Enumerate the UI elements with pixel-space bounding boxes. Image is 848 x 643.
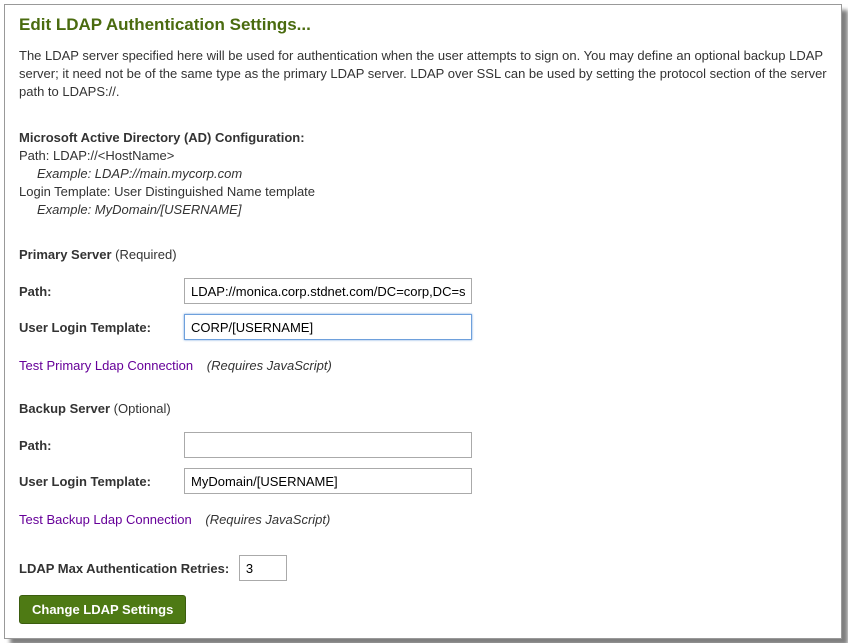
primary-path-input[interactable] [184,278,472,304]
primary-login-input[interactable] [184,314,472,340]
ad-config-heading: Microsoft Active Directory (AD) Configur… [19,130,827,145]
ad-login-example: Example: MyDomain/[USERNAME] [37,201,827,219]
backup-server-heading: Backup Server (Optional) [19,401,827,416]
backup-path-input[interactable] [184,432,472,458]
backup-optional-note: (Optional) [110,401,171,416]
primary-path-label: Path: [19,278,184,304]
retries-input[interactable] [239,555,287,581]
backup-login-input[interactable] [184,468,472,494]
dialog-title: Edit LDAP Authentication Settings... [19,15,827,35]
backup-form: Path: User Login Template: [19,422,472,504]
ad-path-line: Path: LDAP://<HostName> [19,147,827,165]
backup-heading-text: Backup Server [19,401,110,416]
ldap-settings-panel: Edit LDAP Authentication Settings... The… [4,4,842,639]
backup-login-label: User Login Template: [19,468,184,494]
primary-server-heading: Primary Server (Required) [19,247,827,262]
primary-js-note: (Requires JavaScript) [207,358,332,373]
primary-login-label: User Login Template: [19,314,184,340]
primary-required-note: (Required) [112,247,177,262]
change-ldap-settings-button[interactable]: Change LDAP Settings [19,595,186,624]
ad-login-line: Login Template: User Distinguished Name … [19,183,827,201]
intro-text: The LDAP server specified here will be u… [19,47,827,102]
backup-path-label: Path: [19,432,184,458]
test-primary-link[interactable]: Test Primary Ldap Connection [19,358,193,373]
backup-js-note: (Requires JavaScript) [205,512,330,527]
ad-path-example: Example: LDAP://main.mycorp.com [37,165,827,183]
test-backup-link[interactable]: Test Backup Ldap Connection [19,512,192,527]
retries-label: LDAP Max Authentication Retries: [19,561,229,576]
primary-heading-text: Primary Server [19,247,112,262]
primary-form: Path: User Login Template: [19,268,472,350]
